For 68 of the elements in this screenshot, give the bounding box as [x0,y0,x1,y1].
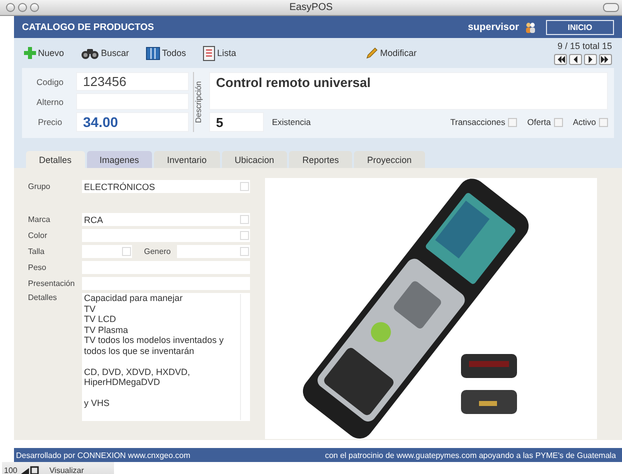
code-field[interactable]: 123456 [76,72,189,91]
description-field[interactable]: Control remoto universal [209,72,608,110]
user-name: supervisor [468,22,519,32]
tab[interactable]: Reportes [289,151,352,168]
users-icon [525,22,536,32]
binoculars-icon [81,48,100,58]
toolbar-button[interactable]: Todos [146,46,186,60]
dropdown-field[interactable] [82,245,132,258]
zoom-icon [21,466,40,474]
field-label: Descripción [193,72,205,132]
field-label: Presentación [28,279,76,288]
toolbar-button[interactable]: Nuevo [24,47,64,59]
list-icon [203,46,216,60]
field-label: Peso [28,263,48,272]
plus-icon [24,47,36,59]
toolbar-button[interactable]: Lista [203,46,236,60]
field-label: Detalles [28,293,58,302]
checkbox[interactable] [554,118,563,126]
footer-text: con el patrocinio de www.guatepymes.com apoyando a las PYME's de Guatemala [324,450,616,460]
field-label: Precio [36,117,64,127]
arrow-icon [555,54,566,65]
previous-page-button[interactable] [569,54,582,65]
columns-icon [146,46,160,60]
tab[interactable]: Ubicacion [222,151,288,168]
mode-label: Visualizar [49,466,84,474]
stock-field[interactable]: 5 [209,112,264,132]
dropdown-field[interactable] [82,229,250,242]
last-page-button[interactable] [599,54,612,65]
next-page-button[interactable] [584,54,597,65]
page-title: CATALOGO DE PRODUCTOS [22,22,154,32]
toolbar-button[interactable]: Modificar [366,47,417,59]
tab[interactable]: Detalles [26,151,85,168]
pencil-icon [366,47,378,59]
details-field[interactable]: Capacidad para manejar TV TV LCD TV Plasma TV todos los modelos inventados y todos los que se inventarán CD, DVD, XDVD, HXDVD, HiperHDMegaDVD y VHS [82,293,250,421]
checkbox-label: Activo [572,117,596,127]
dropdown-field[interactable] [176,245,250,258]
field-label: Existencia [272,117,311,127]
arrow-icon [600,54,611,65]
close-button[interactable] [6,3,15,12]
input-field[interactable] [82,277,250,290]
home-button[interactable]: INICIO [546,20,614,34]
zoom-button[interactable] [30,3,39,12]
minimize-button[interactable] [18,3,27,12]
first-page-button[interactable] [554,54,567,65]
field-label: Marca [28,215,52,224]
checkbox-label: Oferta [527,117,551,127]
checkbox[interactable] [508,118,518,126]
dropdown-field[interactable]: RCA [82,213,250,226]
window-title: EasyPOS [289,2,333,13]
price-field[interactable]: 34.00 [76,112,189,132]
dropdown-field[interactable]: ELECTRÓNICOS [82,180,250,193]
field-label: Codigo [36,76,64,86]
checkbox[interactable] [599,118,608,126]
field-label: Color [28,231,48,240]
tab[interactable]: Imagenes [86,151,152,168]
checkbox-label: Transacciones [450,117,506,127]
toolbar-toggle-button[interactable] [603,3,619,12]
zoom-level: 100 [4,466,18,474]
tab[interactable]: Inventario [154,151,220,168]
field-label: Talla [28,247,46,256]
field-label: Alterno [36,96,64,106]
input-field[interactable] [82,261,250,274]
record-counter: 9 / 15 total 15 [557,41,612,51]
toolbar-button[interactable]: Buscar [81,48,130,58]
field-label: Grupo [28,182,52,191]
field-label: Genero [144,247,171,256]
footer-text: Desarrollado por CONNEXION www.cnxgeo.com [16,450,190,460]
tab[interactable]: Proyeccion [354,151,425,168]
